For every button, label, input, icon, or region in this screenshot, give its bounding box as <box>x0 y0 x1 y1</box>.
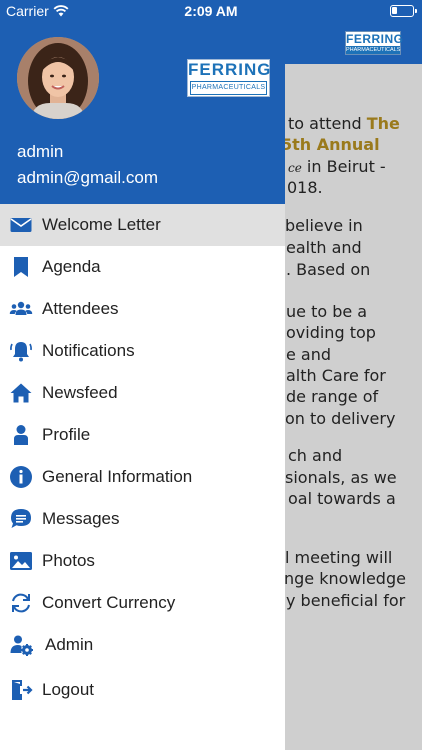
home-icon <box>8 380 34 406</box>
letter-line: 018. <box>287 178 422 197</box>
menu-item-label: Welcome Letter <box>42 215 161 234</box>
menu-item-messages[interactable]: Messages <box>0 498 285 540</box>
menu-item-label: Profile <box>42 425 91 444</box>
letter-line: ch and <box>288 446 422 465</box>
letter-line: believe in <box>285 216 422 235</box>
menu-item-label: Photos <box>42 551 95 570</box>
menu-item-admin[interactable]: Admin <box>0 624 285 669</box>
letter-line: de range of <box>286 387 422 406</box>
header-logo: FERRING PHARMACEUTICALS <box>345 31 404 55</box>
header-logo-tagline: PHARMACEUTICALS <box>346 46 401 54</box>
drawer-header: FERRING PHARMACEUTICALS admin admin@gmai… <box>0 0 285 204</box>
letter-line-pre: sionals, as we <box>285 468 397 487</box>
letter-line: sionals, as we <box>285 468 422 487</box>
letter-line: y beneficial for <box>286 591 422 610</box>
user-email: admin@gmail.com <box>17 168 159 187</box>
menu-item-label: Notifications <box>42 341 135 360</box>
logo-tagline: PHARMACEUTICALS <box>190 81 267 95</box>
letter-line: 5th Annual <box>281 135 422 154</box>
letter-line-small: ce <box>288 161 302 175</box>
menu-item-label: Convert Currency <box>42 593 176 612</box>
avatar-image <box>17 37 99 119</box>
menu-item-convert-currency[interactable]: Convert Currency <box>0 582 285 624</box>
menu-item-label: Admin <box>45 635 94 654</box>
letter-line-pre: y beneficial for <box>286 591 406 610</box>
battery-icon <box>390 5 417 17</box>
admin-gear-icon <box>8 632 34 658</box>
menu-item-label: Messages <box>42 509 120 528</box>
avatar[interactable] <box>17 37 99 119</box>
letter-line-post: in Beirut - <box>301 157 386 176</box>
letter-line-pre: l meeting will <box>285 548 393 567</box>
menu-item-agenda[interactable]: Agenda <box>0 246 285 288</box>
menu-item-notifications[interactable]: Notifications <box>0 330 285 372</box>
bookmark-icon <box>8 254 34 280</box>
menu-item-attendees[interactable]: Attendees <box>0 288 285 330</box>
letter-line: alth Care for <box>286 366 422 385</box>
chat-icon <box>8 506 34 532</box>
letter-line-pre: e and <box>286 345 332 364</box>
letter-line: on to delivery <box>285 409 422 428</box>
letter-line-pre: ch and <box>288 446 343 465</box>
refresh-icon <box>8 590 34 616</box>
header-logo-name: FERRING <box>346 32 404 46</box>
drawer-menu: Welcome Letter Agenda Attendees Notificatio… <box>0 204 285 711</box>
ferring-logo: FERRING PHARMACEUTICALS <box>187 59 272 97</box>
letter-line-pre: de range of <box>286 387 379 406</box>
letter-line-pre: on to delivery <box>285 409 396 428</box>
menu-item-label: Newsfeed <box>42 383 118 402</box>
status-bar: Carrier 2:09 AM <box>0 0 422 22</box>
photo-icon <box>8 548 34 574</box>
letter-line: nge knowledge <box>284 569 422 588</box>
info-icon <box>8 464 34 490</box>
letter-line-pre: ealth and <box>286 238 362 257</box>
logout-icon <box>8 677 34 703</box>
letter-line-pre: alth Care for <box>286 366 386 385</box>
letter-line-highlight: 5th Annual <box>281 135 380 154</box>
letter-line: to attend The <box>288 114 422 133</box>
letter-line-pre: to attend <box>288 114 367 133</box>
menu-item-photos[interactable]: Photos <box>0 540 285 582</box>
letter-line-pre: oviding top <box>286 323 376 342</box>
letter-line: oal towards a <box>288 489 422 508</box>
menu-item-label: Attendees <box>42 299 119 318</box>
letter-line-pre: nge knowledge <box>284 569 406 588</box>
menu-item-general-information[interactable]: General Information <box>0 456 285 498</box>
letter-line-pre: 018. <box>287 178 323 197</box>
menu-item-label: Logout <box>42 680 94 699</box>
letter-line: ce in Beirut - <box>288 157 422 176</box>
menu-item-newsfeed[interactable]: Newsfeed <box>0 372 285 414</box>
letter-line: ealth and <box>286 238 422 257</box>
logo-name: FERRING <box>188 60 272 79</box>
person-icon <box>8 422 34 448</box>
letter-line-highlight: The <box>366 114 400 133</box>
letter-line-pre: ue to be a <box>286 302 368 321</box>
menu-item-logout[interactable]: Logout <box>0 669 285 711</box>
letter-line-pre: oal towards a <box>288 489 396 508</box>
bell-icon <box>8 338 34 364</box>
letter-line: oviding top <box>286 323 422 342</box>
letter-line-pre: believe in <box>285 216 363 235</box>
menu-item-label: General Information <box>42 467 193 486</box>
menu-item-label: Agenda <box>42 257 101 276</box>
people-icon <box>8 296 34 322</box>
letter-line: l meeting will <box>285 548 422 567</box>
letter-line: e and <box>286 345 422 364</box>
letter-line-pre: . Based on <box>286 260 371 279</box>
menu-item-welcome-letter[interactable]: Welcome Letter <box>0 204 285 246</box>
envelope-icon <box>8 212 34 238</box>
user-name: admin <box>17 142 64 161</box>
clock: 2:09 AM <box>184 3 238 19</box>
navigation-drawer: FERRING PHARMACEUTICALS admin admin@gmai… <box>0 0 285 750</box>
menu-item-profile[interactable]: Profile <box>0 414 285 456</box>
letter-line: . Based on <box>286 260 422 279</box>
letter-line: ue to be a <box>286 302 422 321</box>
